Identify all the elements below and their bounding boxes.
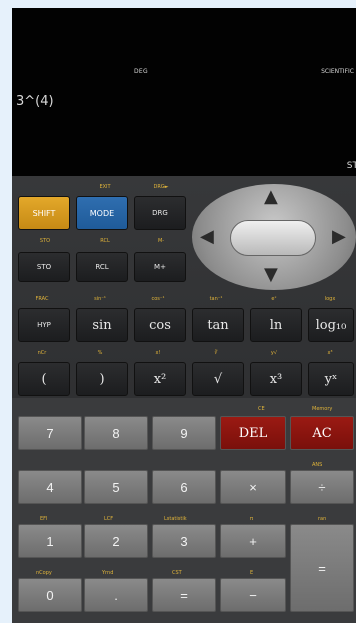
efi-label: EFI <box>40 516 48 522</box>
angle-mode-indicator: DEG <box>134 68 148 75</box>
key-6[interactable]: 6 <box>152 470 216 504</box>
decimal-button[interactable]: . <box>84 578 148 612</box>
exit-label: EXIT <box>99 184 111 190</box>
stat-indicator: ST <box>346 161 356 171</box>
logx-label: logx <box>324 296 336 302</box>
enter-button[interactable]: = <box>290 524 354 612</box>
sqrt-button[interactable]: √ <box>192 362 244 396</box>
ce-label: CE <box>258 406 265 412</box>
delete-button[interactable]: DEL <box>220 416 286 450</box>
arrow-left-icon[interactable]: ◀ <box>200 228 214 246</box>
atan-label: tan⁻¹ <box>209 296 223 302</box>
all-clear-button[interactable]: AC <box>290 416 354 450</box>
drg-button[interactable]: DRG <box>134 196 186 230</box>
acos-label: cos⁻¹ <box>151 296 165 302</box>
divide-button[interactable]: ÷ <box>290 470 354 504</box>
stat-label: Lstatistik <box>164 516 187 522</box>
key-5[interactable]: 5 <box>84 470 148 504</box>
arrow-right-icon[interactable]: ▶ <box>332 228 346 246</box>
hyp-button[interactable]: HYP <box>18 308 70 342</box>
yroot-label: y√ <box>270 350 278 356</box>
multiply-button[interactable]: × <box>220 470 286 504</box>
expression-text: 3^(4) <box>16 94 54 109</box>
asin-label: sin⁻¹ <box>94 296 106 302</box>
cursor-dpad[interactable]: ▲ ▼ ◀ ▶ <box>192 184 356 290</box>
key-0[interactable]: 0 <box>18 578 82 612</box>
yrnd-label: Yrnd <box>102 570 114 576</box>
xcube-label: x³ <box>327 350 333 356</box>
shift-button[interactable]: SHIFT <box>18 196 70 230</box>
key-4[interactable]: 4 <box>18 470 82 504</box>
key-9[interactable]: 9 <box>152 416 216 450</box>
log10-button[interactable]: log₁₀ <box>308 308 354 342</box>
rcl-label: RCL <box>100 238 110 244</box>
key-7[interactable]: 7 <box>18 416 82 450</box>
sto-button[interactable]: STO <box>18 252 70 282</box>
drg-shift-label: DRG► <box>153 184 169 190</box>
display-screen: DEG SCIENTIFIC 3^(4) ST <box>12 8 356 176</box>
percent-label: % <box>97 350 103 356</box>
key-3[interactable]: 3 <box>152 524 216 558</box>
m-plus-button[interactable]: M+ <box>134 252 186 282</box>
power-button[interactable]: yˣ <box>308 362 354 396</box>
ln-button[interactable]: ln <box>250 308 302 342</box>
rcl-button[interactable]: RCL <box>76 252 128 282</box>
key-2[interactable]: 2 <box>84 524 148 558</box>
tan-button[interactable]: tan <box>192 308 244 342</box>
m-minus-label: M- <box>157 238 165 244</box>
mode-button[interactable]: MODE <box>76 196 128 230</box>
plus-button[interactable]: + <box>220 524 286 558</box>
memory-label: Memory <box>312 406 333 412</box>
key-1[interactable]: 1 <box>18 524 82 558</box>
cbrt-label: ∛ <box>214 350 218 356</box>
minus-button[interactable]: − <box>220 578 286 612</box>
sto-label: STO <box>39 238 51 244</box>
equals-button[interactable]: = <box>152 578 216 612</box>
ans-label: ANS <box>312 462 323 468</box>
close-paren-button[interactable]: ) <box>76 362 128 396</box>
arrow-up-icon[interactable]: ▲ <box>264 188 278 206</box>
frac-label: FRAC <box>35 296 49 302</box>
cube-button[interactable]: x³ <box>250 362 302 396</box>
pi-label: π <box>250 516 254 522</box>
dpad-center-button[interactable] <box>230 220 316 256</box>
key-8[interactable]: 8 <box>84 416 148 450</box>
open-paren-button[interactable]: ( <box>18 362 70 396</box>
ran-label: ran <box>318 516 327 522</box>
calculator: DEG SCIENTIFIC 3^(4) ST EXIT DRG► SHIFT … <box>12 8 356 623</box>
e-label: E <box>250 570 254 576</box>
cst-label: CST <box>172 570 182 576</box>
calc-mode-indicator: SCIENTIFIC <box>321 68 354 75</box>
lcf-label: LCF <box>104 516 114 522</box>
ncr-label: nCr <box>37 350 47 356</box>
square-button[interactable]: x² <box>134 362 186 396</box>
factorial-label: x! <box>155 350 161 356</box>
sin-button[interactable]: sin <box>76 308 128 342</box>
arrow-down-icon[interactable]: ▼ <box>264 266 278 284</box>
exp-label: eˣ <box>271 296 277 302</box>
cos-button[interactable]: cos <box>134 308 186 342</box>
ncopy-label: nCopy <box>36 570 52 576</box>
